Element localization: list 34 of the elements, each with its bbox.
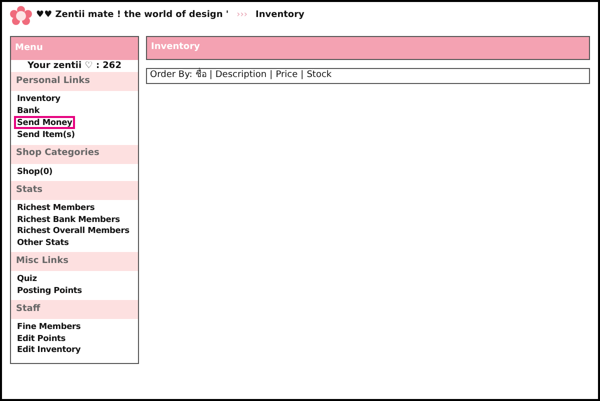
sidebar-link[interactable]: Send Money — [14, 116, 76, 129]
site-title[interactable]: ♥♥ Zentii mate ! the world of design ' — [36, 9, 229, 23]
link-separator: | — [270, 69, 273, 82]
sort-link[interactable]: Description — [215, 69, 267, 83]
sidebar-link[interactable]: Posting Points — [17, 284, 82, 296]
section-header: Misc Links — [11, 252, 138, 271]
sidebar-link[interactable]: Shop(0) — [17, 166, 52, 177]
section-header: Staff — [11, 300, 138, 319]
sidebar-link[interactable]: Richest Bank Members — [17, 214, 120, 225]
sidebar-link[interactable]: Inventory — [17, 93, 60, 104]
sidebar-link[interactable]: Edit Points — [17, 332, 66, 344]
sidebar-link[interactable]: Richest Members — [17, 202, 95, 214]
sidebar-link[interactable]: Fine Members — [17, 321, 81, 332]
section-header: Shop Categories — [11, 144, 138, 164]
main-title-bar: Inventory — [146, 36, 590, 60]
breadcrumb-separator: ››› — [236, 9, 248, 22]
section-header: Stats — [11, 181, 138, 200]
sort-link[interactable]: Price — [276, 69, 298, 83]
sidebar-title: Menu — [11, 37, 138, 60]
breadcrumb-current: Inventory — [255, 9, 304, 22]
sidebar-link[interactable]: Send Item(s) — [17, 129, 75, 140]
link-separator: | — [300, 69, 304, 82]
sidebar-link[interactable]: Edit Inventory — [17, 344, 81, 356]
sidebar-link[interactable]: Bank — [17, 104, 40, 116]
sidebar-link[interactable]: Other Stats — [17, 236, 69, 248]
link-separator: | — [209, 69, 212, 82]
sidebar-link[interactable]: Quiz — [17, 273, 37, 284]
order-by-label: Order By: — [150, 69, 192, 82]
section-header: Personal Links — [11, 72, 138, 91]
flower-logo-icon — [10, 6, 32, 26]
sort-link[interactable]: Stock — [306, 69, 332, 83]
sort-link[interactable]: ชื่อ — [195, 69, 206, 83]
sidebar-link[interactable]: Richest Overall Members — [17, 225, 130, 236]
balance-text: Your zentii ♡ : 262 — [26, 60, 122, 72]
